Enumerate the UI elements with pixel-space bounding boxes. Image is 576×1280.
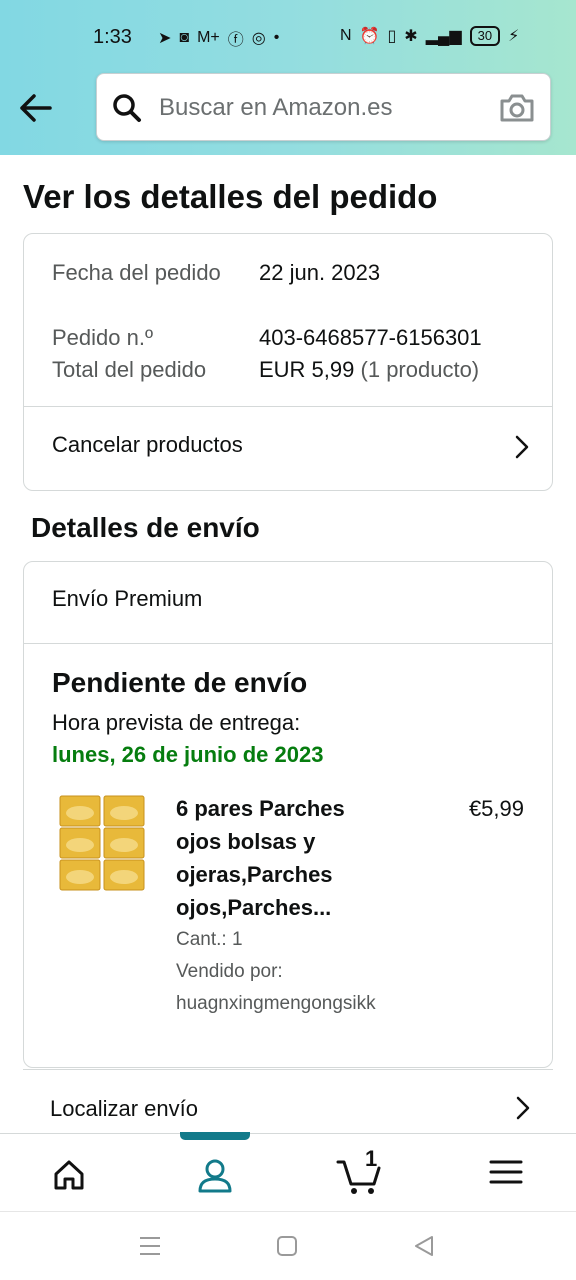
status-time: 1:33 bbox=[93, 26, 132, 48]
delivery-estimate-label: Hora prevista de entrega: bbox=[52, 710, 301, 735]
facebook-icon: ⓕ bbox=[227, 32, 244, 49]
notification-icons: ➤ ◙ M+ ⓕ ◎ • bbox=[158, 26, 279, 50]
bottom-navigation: 1 bbox=[0, 1132, 576, 1212]
nfc-icon: N bbox=[340, 27, 352, 44]
vibrate-icon: ▯ bbox=[387, 28, 397, 45]
product-title-line: ojos,Parches... bbox=[176, 895, 332, 920]
system-icons: N ⏰ ▯ ✱ ▂▄▆ 30 ⚡ bbox=[340, 26, 519, 46]
order-total-value: EUR 5,99 (1 producto) bbox=[259, 353, 479, 386]
home-button-icon[interactable] bbox=[277, 1236, 297, 1256]
cancel-products-row[interactable]: Cancelar productos bbox=[24, 407, 552, 491]
instagram-icon: ◎ bbox=[251, 30, 266, 47]
product-quantity: Cant.: 1 bbox=[176, 929, 243, 950]
order-number-label: Pedido n.º bbox=[52, 325, 153, 350]
charging-icon: ⚡ bbox=[508, 28, 520, 45]
product-title[interactable]: 6 pares Parches ojos bolsas y ojeras,Par… bbox=[176, 792, 381, 924]
order-date-label: Fecha del pedido bbox=[52, 260, 221, 285]
delivery-estimate-date: lunes, 26 de junio de 2023 bbox=[52, 742, 324, 767]
menu-icon bbox=[489, 1160, 523, 1184]
shipment-card: Envío Premium Pendiente de envío Hora pr… bbox=[23, 561, 553, 1068]
top-header: 1:33 ➤ ◙ M+ ⓕ ◎ • N ⏰ ▯ ✱ ▂▄▆ 30 ⚡ Busca… bbox=[0, 0, 576, 155]
nav-cart[interactable] bbox=[323, 1134, 395, 1212]
product-title-line: 6 pares Parches bbox=[176, 796, 345, 821]
system-navigation-bar bbox=[0, 1211, 576, 1280]
back-triangle-icon[interactable] bbox=[414, 1236, 434, 1256]
product-thumbnail[interactable] bbox=[57, 793, 147, 893]
back-arrow-icon bbox=[20, 94, 52, 122]
product-title-line: ojos bolsas y bbox=[176, 829, 316, 854]
camera-icon[interactable] bbox=[498, 92, 536, 124]
search-icon bbox=[113, 94, 141, 122]
seller-name[interactable]: huagnxingmengongsikk bbox=[176, 993, 376, 1015]
user-icon bbox=[198, 1159, 232, 1193]
bluetooth-icon: ✱ bbox=[404, 28, 418, 45]
order-date-value: 22 jun. 2023 bbox=[259, 260, 381, 285]
mail-icon: M+ bbox=[197, 29, 220, 46]
alarm-icon: ⏰ bbox=[359, 28, 380, 45]
nav-home[interactable] bbox=[33, 1134, 105, 1212]
divider bbox=[24, 643, 552, 644]
nav-account[interactable] bbox=[179, 1134, 251, 1212]
shipment-status: Pendiente de envío bbox=[52, 667, 308, 698]
search-input[interactable]: Buscar en Amazon.es bbox=[159, 94, 392, 122]
nav-menu[interactable] bbox=[470, 1134, 542, 1212]
page-title: Ver los detalles del pedido bbox=[23, 178, 438, 215]
battery-icon: 30 bbox=[469, 26, 501, 46]
shipping-type: Envío Premium bbox=[52, 586, 203, 611]
order-total-label: Total del pedido bbox=[52, 357, 207, 382]
order-total-amount: EUR 5,99 bbox=[259, 357, 355, 382]
track-shipment-row[interactable]: Localizar envío bbox=[23, 1069, 553, 1133]
cart-count-badge: 1 bbox=[365, 1146, 378, 1171]
recent-apps-icon[interactable] bbox=[139, 1236, 161, 1256]
cancel-products-label: Cancelar productos bbox=[52, 432, 243, 457]
home-icon bbox=[54, 1160, 84, 1190]
chevron-right-icon bbox=[516, 1096, 530, 1120]
product-price: €5,99 bbox=[468, 796, 524, 821]
product-title-line: ojeras,Parches bbox=[176, 862, 333, 887]
track-shipment-label: Localizar envío bbox=[50, 1096, 198, 1121]
more-dot-icon: • bbox=[273, 29, 280, 46]
back-button[interactable] bbox=[14, 88, 58, 128]
app-notification-icon: ◙ bbox=[179, 29, 190, 46]
order-number-value: 403-6468577-6156301 bbox=[259, 325, 482, 350]
status-bar: 1:33 ➤ ◙ M+ ⓕ ◎ • N ⏰ ▯ ✱ ▂▄▆ 30 ⚡ bbox=[0, 0, 576, 76]
seller-label: Vendido por: bbox=[176, 961, 283, 982]
search-bar[interactable]: Buscar en Amazon.es bbox=[96, 73, 551, 141]
order-summary-card: Fecha del pedido 22 jun. 2023 Pedido n.º… bbox=[23, 233, 553, 491]
shipping-section-title: Detalles de envío bbox=[31, 512, 260, 543]
signal-icon: ▂▄▆ bbox=[425, 28, 462, 45]
chevron-right-icon bbox=[515, 435, 529, 459]
telegram-icon: ➤ bbox=[158, 30, 172, 47]
order-item-count: (1 producto) bbox=[360, 357, 480, 382]
